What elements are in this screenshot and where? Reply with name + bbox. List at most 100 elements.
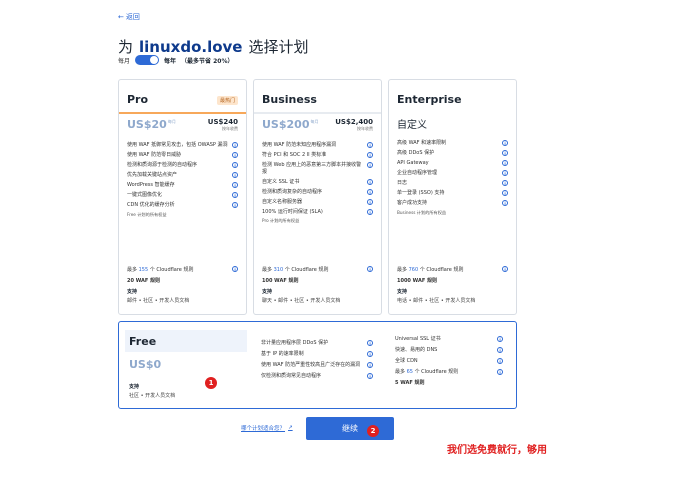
feature-item: 优先加载关键站点资产 i [127, 171, 238, 179]
feature-item: 非计量应用程序层 DDoS 保护 i [261, 340, 373, 347]
waf-limit: 100 WAF 规则 [262, 278, 299, 284]
free-price: US$0 [129, 358, 162, 371]
waf-limit: 20 WAF 规则 [127, 278, 161, 284]
plan-name: Free [125, 330, 247, 352]
support-label: 支持 [262, 289, 273, 295]
rules-limit: 最多 310 个 Cloudflare 规则 i [262, 266, 373, 273]
info-icon[interactable]: i [367, 361, 373, 368]
feature-item: 一键式图像优化 i [127, 191, 238, 199]
info-icon[interactable]: i [502, 266, 508, 272]
plan-name: Enterprise [397, 93, 462, 106]
feature-item: CDN 优化的缓存分析 i [127, 201, 238, 209]
custom-price: 自定义 [397, 120, 427, 131]
info-icon[interactable]: i [502, 159, 508, 166]
free-feature-list-2: Universal SSL 证书 i 快速、易用的 DNS i 全球 CDN i 最多… [395, 336, 503, 391]
info-icon[interactable]: i [502, 199, 508, 206]
info-icon[interactable]: i [502, 179, 508, 186]
info-icon[interactable]: i [232, 191, 238, 198]
which-plan-link[interactable]: 哪个计划适合您？ ↗ [241, 424, 293, 432]
feature-item: 企业自动程序管理 i [397, 169, 508, 177]
billing-toggle-row: 每月 每年 （最多节省 20%） [118, 55, 233, 65]
plan-card-free[interactable]: Free US$0 支持 社区 • 开发人员文档 非计量应用程序层 DDoS 保… [118, 321, 517, 409]
feature-item: Universal SSL 证书 i [395, 336, 503, 343]
info-icon[interactable]: i [232, 142, 238, 148]
feature-item: 使用 WAF 抵御常见攻击，包括 OWASP 漏洞 i [127, 142, 238, 149]
info-icon[interactable]: i [502, 169, 508, 176]
back-label: 返回 [125, 13, 140, 21]
info-icon[interactable]: i [367, 350, 373, 357]
feature-item: 自定义 SSL 证书 i [262, 178, 373, 186]
feature-item: 基于 IP 的速率限制 i [261, 350, 373, 358]
feature-item: 检测和质询源于检测的自动程序 i [127, 161, 238, 169]
info-icon[interactable]: i [497, 336, 503, 342]
arrow-left-icon: ← [118, 13, 124, 21]
feature-item: 使用 WAF 防范未知应用程序漏洞 i [262, 142, 373, 149]
continue-button[interactable]: 继续 [306, 417, 394, 440]
free-feature-list-1: 非计量应用程序层 DDoS 保护 i 基于 IP 的速率限制 i 使用 WAF 防范… [261, 340, 373, 384]
waf-limit: 5 WAF 规则 [395, 379, 425, 386]
info-icon[interactable]: i [367, 142, 373, 148]
inherited-note: Business 计划的所有权益 [397, 209, 447, 215]
info-icon[interactable]: i [367, 198, 373, 205]
monthly-label: 每月 [118, 57, 131, 65]
domain-name: linuxdo.love [139, 38, 243, 56]
plan-card-business[interactable]: Business US$200 每月 US$2,400 按年收费 使用 WAF 防… [253, 79, 382, 315]
feature-list: 使用 WAF 防范未知应用程序漏洞 i 符合 PCI 和 SOC 2 II 类标准… [254, 138, 381, 215]
info-icon[interactable]: i [367, 372, 373, 379]
page-title: 为 linuxdo.love 选择计划 [118, 38, 309, 56]
feature-item: 使用 WAF 防范严重性较高且广泛存在的漏洞 i [261, 361, 373, 369]
feature-item: 日志 i [397, 179, 508, 187]
inherited-note: Pro 计划的所有权益 [262, 218, 300, 224]
info-icon[interactable]: i [367, 340, 373, 346]
feature-item: WordPress 智能缓存 i [127, 181, 238, 189]
feature-item: 自定义名称服务器 i [262, 198, 373, 206]
info-icon[interactable]: i [367, 161, 373, 168]
support-label: 支持 [129, 384, 140, 390]
plan-card-enterprise[interactable]: Enterprise 自定义 高级 WAF 和速率限制 i 高级 DDoS 保护 i… [388, 79, 517, 315]
feature-item: 高级 WAF 和速率限制 i [397, 140, 508, 147]
info-icon[interactable]: i [367, 178, 373, 185]
info-icon[interactable]: i [232, 151, 238, 158]
back-link[interactable]: ← 返回 [118, 12, 140, 22]
step-marker-2: 2 [367, 425, 379, 437]
feature-item: API Gateway i [397, 159, 508, 167]
feature-item: 检测和质询复杂的自动程序 i [262, 188, 373, 196]
yearly-price: US$240 按年收费 [207, 118, 238, 131]
info-icon[interactable]: i [497, 368, 503, 375]
info-icon[interactable]: i [367, 208, 373, 215]
info-icon[interactable]: i [497, 357, 503, 364]
rules-limit: 最多 155 个 Cloudflare 规则 i [127, 266, 238, 273]
step-marker-1: 1 [205, 377, 217, 389]
support-label: 支持 [397, 289, 408, 295]
support-label: 支持 [127, 289, 138, 295]
feature-item: 单一登录 (SSO) 支持 i [397, 189, 508, 197]
popular-badge: 最热门 [216, 96, 238, 105]
info-icon[interactable]: i [232, 181, 238, 188]
support-channels: 社区 • 开发人员文档 [129, 393, 176, 399]
waf-limit: 1000 WAF 规则 [397, 278, 437, 284]
rules-limit: 最多 65 个 Cloudflare 规则 i [395, 368, 503, 376]
feature-item: 使用 WAF 防范零日威胁 i [127, 151, 238, 159]
feature-item: 符合 PCI 和 SOC 2 II 类标准 i [262, 151, 373, 159]
info-icon[interactable]: i [367, 151, 373, 158]
yearly-label: 每年 [164, 57, 177, 65]
billing-period-toggle[interactable] [135, 55, 160, 65]
info-icon[interactable]: i [367, 188, 373, 195]
info-icon[interactable]: i [367, 266, 373, 272]
info-icon[interactable]: i [232, 161, 238, 168]
info-icon[interactable]: i [232, 201, 238, 208]
info-icon[interactable]: i [502, 189, 508, 196]
info-icon[interactable]: i [502, 140, 508, 146]
plan-card-pro[interactable]: Pro 最热门 US$20 每月 US$240 按年收费 使用 WAF 抵御常见攻… [118, 79, 247, 315]
feature-list: 使用 WAF 抵御常见攻击，包括 OWASP 漏洞 i 使用 WAF 防范零日威胁… [119, 138, 246, 209]
feature-item: 客户成功支持 i [397, 199, 508, 207]
savings-label: （最多节省 20%） [181, 57, 234, 65]
rules-limit: 最多 760 个 Cloudflare 规则 i [397, 266, 508, 273]
info-icon[interactable]: i [232, 266, 238, 272]
monthly-price: US$200 每月 [262, 118, 319, 131]
support-channels: 邮件 • 社区 • 开发人员文档 [127, 298, 190, 304]
info-icon[interactable]: i [232, 171, 238, 178]
info-icon[interactable]: i [502, 149, 508, 156]
external-link-icon: ↗ [288, 425, 293, 431]
info-icon[interactable]: i [497, 346, 503, 353]
